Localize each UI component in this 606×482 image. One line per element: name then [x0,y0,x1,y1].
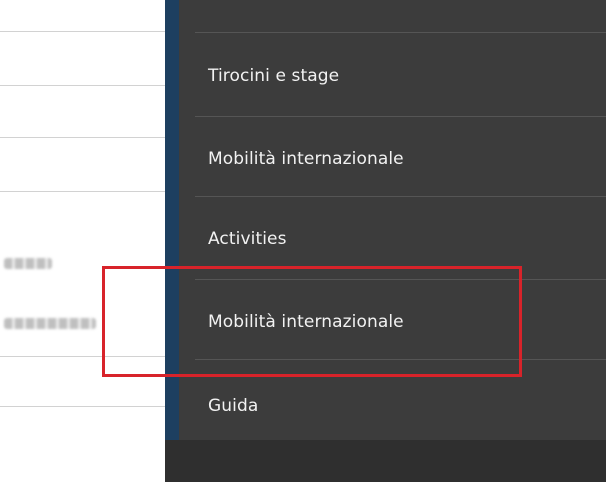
content-divider [0,406,165,407]
menu-item-tirocini-e-stage[interactable]: Tirocini e stage [195,34,606,117]
menu-accent-strip [165,0,179,448]
menu-separator [195,32,606,33]
content-divider [0,137,165,138]
menu-item-activities[interactable]: Activities [195,197,606,280]
menu-item-label: Guida [208,395,259,416]
content-divider [0,191,165,192]
blurred-text [4,318,96,329]
content-divider [0,356,165,357]
menu-item-mobilita-internazionale[interactable]: Mobilità internazionale [195,117,606,200]
content-divider [0,31,165,32]
menu-item-label: Mobilità internazionale [208,148,404,169]
blurred-text [4,258,52,269]
content-divider [0,85,165,86]
menu-item-mobilita-internazionale-highlighted[interactable]: Mobilità internazionale [195,280,606,363]
menu-item-guida[interactable]: Guida [195,364,606,447]
page-content-left [0,0,165,482]
menu-item-label: Mobilità internazionale [208,311,404,332]
menu-separator [195,359,606,360]
menu-item-label: Activities [208,228,287,249]
menu-item-label: Tirocini e stage [208,65,340,86]
